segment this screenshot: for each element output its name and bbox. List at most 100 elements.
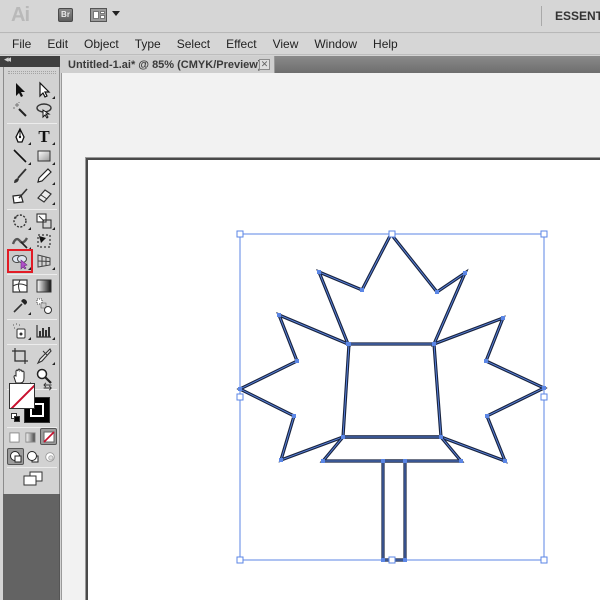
swap-fill-stroke-icon[interactable]: ⇆	[43, 380, 52, 393]
submenu-indicator	[52, 227, 55, 230]
submenu-indicator	[28, 162, 31, 165]
rectangle-tool[interactable]	[33, 146, 55, 166]
submenu-indicator	[52, 267, 55, 270]
blob-brush-tool[interactable]	[9, 186, 31, 206]
pencil-tool[interactable]	[33, 166, 55, 186]
bounding-box-handle-top-center[interactable]	[388, 230, 396, 238]
color-mode-button[interactable]	[7, 429, 22, 445]
artboard-tool[interactable]	[9, 346, 31, 366]
fill-swatch[interactable]	[9, 383, 35, 409]
slice-tool[interactable]	[33, 346, 55, 366]
line-segment-tool[interactable]	[9, 146, 31, 166]
divider	[7, 274, 57, 275]
bridge-button[interactable]: Br	[58, 8, 73, 22]
bounding-box-handle-middle-right[interactable]	[540, 393, 548, 401]
mesh-icon	[12, 279, 28, 293]
column-graph-tool[interactable]	[33, 321, 55, 341]
collapse-panel-icon[interactable]: ◂◂	[4, 54, 11, 65]
perspective-grid-tool[interactable]	[33, 251, 55, 271]
mesh-tool[interactable]	[9, 276, 31, 296]
symbol-sprayer-tool[interactable]	[9, 321, 31, 341]
scale-tool[interactable]	[33, 211, 55, 231]
divider	[7, 209, 57, 210]
line-icon	[13, 149, 27, 163]
draw-inside-button[interactable]	[42, 448, 57, 465]
bounding-box-handle-middle-left[interactable]	[236, 393, 244, 401]
panel-grip[interactable]	[8, 71, 56, 74]
rotate-icon	[13, 214, 27, 228]
menu-file[interactable]: File	[12, 37, 31, 51]
tools-panel: T ⇆	[3, 67, 60, 494]
none-mode-button[interactable]	[40, 428, 57, 445]
draw-behind-button[interactable]	[25, 448, 41, 465]
menu-object[interactable]: Object	[84, 37, 119, 51]
submenu-indicator	[52, 96, 55, 99]
eyedropper-icon	[13, 299, 27, 313]
default-fill-stroke-icon[interactable]	[11, 413, 20, 422]
gradient-icon	[36, 279, 52, 293]
menu-edit[interactable]: Edit	[47, 37, 68, 51]
eraser-icon	[37, 189, 52, 203]
divider	[7, 344, 57, 345]
document-tab-bar: Untitled-1.ai* @ 85% (CMYK/Preview) ✕	[60, 56, 600, 73]
selection-tool[interactable]	[9, 80, 31, 100]
type-tool[interactable]: T	[33, 126, 55, 146]
menu-type[interactable]: Type	[135, 37, 161, 51]
submenu-indicator	[28, 227, 31, 230]
blend-tool[interactable]	[33, 296, 55, 316]
blend-icon	[36, 298, 52, 314]
bounding-box-handle-bottom-right[interactable]	[540, 556, 548, 564]
application-bar: Ai Br ESSENTIALS	[0, 0, 600, 33]
document-tab-label: Untitled-1.ai* @ 85% (CMYK/Preview)	[68, 58, 262, 71]
submenu-indicator	[28, 247, 31, 250]
submenu-indicator	[52, 182, 55, 185]
bounding-box-handle-top-right[interactable]	[540, 230, 548, 238]
submenu-indicator	[52, 202, 55, 205]
menu-view[interactable]: View	[273, 37, 299, 51]
white-arrow-icon	[39, 81, 51, 98]
submenu-indicator	[28, 142, 31, 145]
slice-icon	[36, 348, 52, 365]
gradient-mode-button[interactable]	[23, 429, 38, 445]
lasso-tool[interactable]	[33, 100, 55, 120]
document-tab[interactable]: Untitled-1.ai* @ 85% (CMYK/Preview) ✕	[60, 56, 275, 73]
bounding-box-handle-bottom-left[interactable]	[236, 556, 244, 564]
paintbrush-tool[interactable]	[9, 166, 31, 186]
screen-mode-icon	[23, 471, 43, 486]
bar-graph-icon	[36, 325, 51, 338]
menu-select[interactable]: Select	[177, 37, 210, 51]
arrange-documents-icon	[93, 11, 99, 19]
bounding-box-handle-bottom-center[interactable]	[388, 556, 396, 564]
draw-normal-button[interactable]	[7, 448, 24, 465]
change-screen-mode-button[interactable]	[21, 470, 45, 488]
shape-builder-tool[interactable]	[7, 249, 33, 273]
magic-wand-tool[interactable]	[9, 100, 31, 120]
pen-tool[interactable]	[9, 126, 31, 146]
symbol-sprayer-icon	[13, 323, 26, 339]
free-transform-tool[interactable]	[33, 231, 55, 251]
menu-help[interactable]: Help	[373, 37, 398, 51]
submenu-indicator	[28, 267, 31, 270]
warp-tool[interactable]	[9, 231, 31, 251]
free-transform-icon	[37, 234, 51, 248]
perspective-grid-icon	[37, 254, 51, 268]
artboard-icon	[12, 348, 28, 364]
gradient-tool[interactable]	[33, 276, 55, 296]
chevron-down-icon[interactable]	[112, 11, 120, 16]
rotate-tool[interactable]	[9, 211, 31, 231]
workspace-switcher[interactable]: ESSENTIALS	[555, 9, 600, 23]
arrange-documents-button[interactable]	[90, 8, 107, 22]
scale-icon	[36, 213, 52, 229]
shape-builder-icon	[12, 255, 28, 270]
direct-selection-tool[interactable]	[33, 80, 55, 100]
menu-effect[interactable]: Effect	[226, 37, 256, 51]
menu-window[interactable]: Window	[314, 37, 357, 51]
eraser-tool[interactable]	[33, 186, 55, 206]
eyedropper-tool[interactable]	[9, 296, 31, 316]
arrange-pane	[100, 15, 105, 19]
none-icon	[42, 430, 55, 443]
bounding-box-handle-top-left[interactable]	[236, 230, 244, 238]
submenu-indicator	[52, 142, 55, 145]
magic-wand-icon	[13, 102, 27, 117]
close-icon[interactable]: ✕	[259, 59, 270, 70]
